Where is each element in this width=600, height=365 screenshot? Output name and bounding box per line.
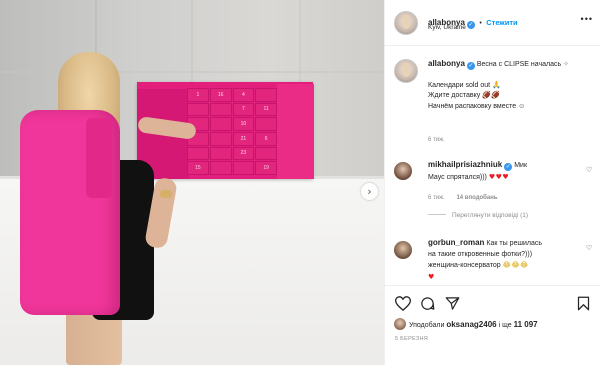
calendar-door: [209, 102, 232, 117]
calendar-door: [209, 132, 232, 146]
likes-count[interactable]: 11 097: [514, 320, 538, 329]
calendar-right-door: [277, 84, 314, 179]
comment-avatar[interactable]: [394, 162, 412, 180]
caption-first-line: Весна с CLIPSE началась: [476, 61, 562, 68]
blazer-lapel: [86, 118, 112, 198]
likes-summary: Уподобали oksanag2406 і ще 11 097: [394, 318, 538, 330]
calendar-door: 16: [209, 88, 232, 102]
comment-likes[interactable]: 14 вподобань: [456, 195, 497, 201]
calendar-door: 21: [232, 132, 255, 146]
calendar-door: [255, 146, 277, 161]
more-options-icon[interactable]: •••: [581, 14, 593, 24]
calendar-grid: 1 16 4 7 11 10 21 6 23 15 19: [187, 88, 277, 175]
comment-time: 6 тиж. 14 вподобань: [428, 195, 498, 201]
comment-text: mikhailprisiazhniuk ✓ Мик Маус спрятался)…: [428, 160, 578, 183]
likes-middle: і ще: [498, 322, 512, 329]
post-sidebar: allabonya ✓ • Стежити Kyiv, Ukraine ••• a…: [384, 0, 600, 365]
calendar-door: 15: [187, 161, 209, 175]
heart-icon[interactable]: ♡: [586, 166, 592, 174]
calendar-door: 6: [255, 132, 277, 146]
sparkle-emoji: ✧: [563, 61, 570, 68]
caption-avatar[interactable]: [394, 59, 418, 83]
comment: gorbun_roman Как ты решилась на такие от…: [394, 238, 594, 288]
header-separator: •: [479, 20, 482, 27]
caption-line-2: Ждите доставку: [428, 92, 481, 99]
liker-avatar[interactable]: [394, 318, 406, 330]
calendar-door: [209, 117, 232, 131]
comment-icon[interactable]: [420, 296, 435, 311]
calendar-door: 10: [232, 117, 255, 131]
caption-time[interactable]: 6 тиж.: [428, 137, 445, 143]
heart-icon[interactable]: [395, 296, 411, 311]
calendar-door: 4: [232, 88, 255, 102]
caption-line-1: Календари sold out: [428, 81, 491, 89]
heart-emojis: ♥♥♥: [488, 172, 510, 181]
avatar[interactable]: [394, 11, 418, 35]
calendar-door: [255, 88, 277, 102]
post-photo[interactable]: 1 16 4 7 11 10 21 6 23 15 19 ›: [0, 0, 384, 365]
caption-emoji-1: 🙏: [492, 81, 501, 89]
verified-icon: ✓: [466, 21, 475, 29]
caption-username[interactable]: allabonya: [428, 59, 465, 68]
caption-text: allabonya ✓ Весна с CLIPSE началась ✧ Кал…: [428, 59, 598, 112]
post-header: allabonya ✓ • Стежити Kyiv, Ukraine •••: [385, 0, 600, 46]
calendar-door: 23: [232, 146, 255, 161]
post-date[interactable]: 5 БЕРЕЗНЯ: [395, 336, 428, 342]
calendar-door: [187, 102, 209, 117]
caption-emoji-2: 🏈🏈: [482, 92, 500, 99]
calendar-door: 19: [255, 161, 277, 175]
caption-emoji-3: ☺: [518, 102, 526, 110]
comment-text: gorbun_roman Как ты решилась на такие от…: [428, 238, 578, 282]
laugh-emojis: 😂😂😂: [502, 261, 529, 269]
comment-username[interactable]: mikhailprisiazhniuk: [428, 160, 502, 169]
verified-icon: ✓: [504, 163, 513, 171]
verified-icon: ✓: [466, 62, 475, 70]
comment-username[interactable]: gorbun_roman: [428, 238, 484, 247]
view-replies-label: Переглянути відповіді (1): [452, 212, 529, 219]
calendar-door: [255, 117, 277, 131]
calendar-door: [232, 161, 255, 175]
gold-watch: [160, 190, 172, 198]
chevron-right-icon[interactable]: ›: [361, 183, 378, 200]
view-replies-button[interactable]: Переглянути відповіді (1): [428, 212, 528, 219]
comment-text-2: Маус спрятался))): [428, 173, 487, 181]
calendar-door: 11: [255, 102, 277, 117]
calendar-door: 7: [232, 102, 255, 117]
liker-username[interactable]: oksanag2406: [446, 320, 496, 329]
comment-text-1: Как ты решилась: [486, 240, 543, 247]
calendar-door: 1: [187, 88, 209, 102]
likes-prefix: Уподобали: [409, 322, 445, 329]
comment-text-3: женщина-консерватор: [428, 262, 501, 269]
comment-age[interactable]: 6 тиж.: [428, 195, 445, 201]
heart-emoji: ♥: [428, 272, 435, 281]
comment-avatar[interactable]: [394, 241, 412, 259]
follow-button[interactable]: Стежити: [486, 18, 517, 27]
location[interactable]: Kyiv, Ukraine: [428, 24, 466, 31]
caption-line-3: Начнём распаковку вместе: [428, 102, 517, 110]
comment-text-2: на такие откровенные фотки?))): [428, 250, 533, 258]
share-icon[interactable]: [445, 296, 460, 311]
divider: [428, 214, 446, 215]
calendar-door: [209, 146, 232, 161]
calendar-door: [187, 146, 209, 161]
calendar-door: [209, 161, 232, 175]
heart-icon[interactable]: ♡: [586, 244, 592, 252]
comment-text-1: Мик: [514, 162, 528, 169]
bookmark-icon[interactable]: [577, 296, 590, 311]
